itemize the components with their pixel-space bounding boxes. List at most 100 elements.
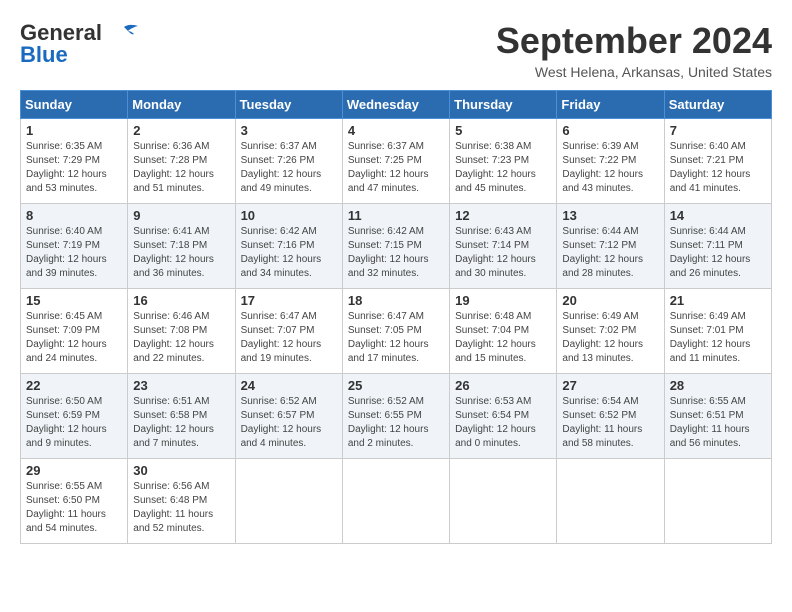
- calendar-header-saturday: Saturday: [664, 91, 771, 119]
- day-number: 28: [670, 378, 766, 393]
- day-number: 12: [455, 208, 551, 223]
- day-info: Sunrise: 6:49 AMSunset: 7:02 PMDaylight:…: [562, 310, 658, 366]
- day-number: 9: [133, 208, 229, 223]
- calendar-cell: 13 Sunrise: 6:44 AMSunset: 7:12 PMDaylig…: [557, 204, 664, 289]
- calendar-cell: 27 Sunrise: 6:54 AMSunset: 6:52 PMDaylig…: [557, 374, 664, 459]
- title-area: September 2024 West Helena, Arkansas, Un…: [496, 20, 772, 80]
- logo-blue-text: Blue: [20, 42, 68, 68]
- calendar-cell: 29 Sunrise: 6:55 AMSunset: 6:50 PMDaylig…: [21, 459, 128, 544]
- day-info: Sunrise: 6:44 AMSunset: 7:11 PMDaylight:…: [670, 225, 766, 281]
- calendar-cell: 8 Sunrise: 6:40 AMSunset: 7:19 PMDayligh…: [21, 204, 128, 289]
- calendar-cell: 17 Sunrise: 6:47 AMSunset: 7:07 PMDaylig…: [235, 289, 342, 374]
- calendar-header-tuesday: Tuesday: [235, 91, 342, 119]
- calendar-cell: 5 Sunrise: 6:38 AMSunset: 7:23 PMDayligh…: [450, 119, 557, 204]
- day-info: Sunrise: 6:47 AMSunset: 7:07 PMDaylight:…: [241, 310, 337, 366]
- calendar-cell: 12 Sunrise: 6:43 AMSunset: 7:14 PMDaylig…: [450, 204, 557, 289]
- calendar-cell: 26 Sunrise: 6:53 AMSunset: 6:54 PMDaylig…: [450, 374, 557, 459]
- day-info: Sunrise: 6:53 AMSunset: 6:54 PMDaylight:…: [455, 395, 551, 451]
- calendar-header-sunday: Sunday: [21, 91, 128, 119]
- calendar-cell: 28 Sunrise: 6:55 AMSunset: 6:51 PMDaylig…: [664, 374, 771, 459]
- day-info: Sunrise: 6:42 AMSunset: 7:16 PMDaylight:…: [241, 225, 337, 281]
- location: West Helena, Arkansas, United States: [496, 64, 772, 80]
- day-number: 22: [26, 378, 122, 393]
- day-number: 17: [241, 293, 337, 308]
- day-number: 14: [670, 208, 766, 223]
- day-number: 4: [348, 123, 444, 138]
- calendar-cell: [557, 459, 664, 544]
- calendar-week-5: 29 Sunrise: 6:55 AMSunset: 6:50 PMDaylig…: [21, 459, 772, 544]
- calendar-cell: 19 Sunrise: 6:48 AMSunset: 7:04 PMDaylig…: [450, 289, 557, 374]
- day-number: 29: [26, 463, 122, 478]
- day-info: Sunrise: 6:55 AMSunset: 6:50 PMDaylight:…: [26, 480, 122, 536]
- day-number: 3: [241, 123, 337, 138]
- day-number: 6: [562, 123, 658, 138]
- day-number: 16: [133, 293, 229, 308]
- day-number: 8: [26, 208, 122, 223]
- calendar-cell: 30 Sunrise: 6:56 AMSunset: 6:48 PMDaylig…: [128, 459, 235, 544]
- day-info: Sunrise: 6:36 AMSunset: 7:28 PMDaylight:…: [133, 140, 229, 196]
- calendar-header-monday: Monday: [128, 91, 235, 119]
- day-info: Sunrise: 6:42 AMSunset: 7:15 PMDaylight:…: [348, 225, 444, 281]
- day-info: Sunrise: 6:35 AMSunset: 7:29 PMDaylight:…: [26, 140, 122, 196]
- day-number: 23: [133, 378, 229, 393]
- calendar-cell: 2 Sunrise: 6:36 AMSunset: 7:28 PMDayligh…: [128, 119, 235, 204]
- day-info: Sunrise: 6:44 AMSunset: 7:12 PMDaylight:…: [562, 225, 658, 281]
- day-info: Sunrise: 6:41 AMSunset: 7:18 PMDaylight:…: [133, 225, 229, 281]
- calendar-cell: 23 Sunrise: 6:51 AMSunset: 6:58 PMDaylig…: [128, 374, 235, 459]
- calendar-cell: 4 Sunrise: 6:37 AMSunset: 7:25 PMDayligh…: [342, 119, 449, 204]
- calendar-header-row: SundayMondayTuesdayWednesdayThursdayFrid…: [21, 91, 772, 119]
- calendar-cell: 25 Sunrise: 6:52 AMSunset: 6:55 PMDaylig…: [342, 374, 449, 459]
- day-info: Sunrise: 6:49 AMSunset: 7:01 PMDaylight:…: [670, 310, 766, 366]
- calendar-cell: 3 Sunrise: 6:37 AMSunset: 7:26 PMDayligh…: [235, 119, 342, 204]
- calendar-header-thursday: Thursday: [450, 91, 557, 119]
- day-info: Sunrise: 6:38 AMSunset: 7:23 PMDaylight:…: [455, 140, 551, 196]
- day-number: 19: [455, 293, 551, 308]
- logo: General Blue: [20, 20, 140, 68]
- day-number: 21: [670, 293, 766, 308]
- day-number: 7: [670, 123, 766, 138]
- day-number: 10: [241, 208, 337, 223]
- day-number: 18: [348, 293, 444, 308]
- calendar-cell: [664, 459, 771, 544]
- calendar: SundayMondayTuesdayWednesdayThursdayFrid…: [20, 90, 772, 544]
- calendar-cell: 24 Sunrise: 6:52 AMSunset: 6:57 PMDaylig…: [235, 374, 342, 459]
- day-number: 25: [348, 378, 444, 393]
- calendar-cell: 22 Sunrise: 6:50 AMSunset: 6:59 PMDaylig…: [21, 374, 128, 459]
- day-info: Sunrise: 6:40 AMSunset: 7:21 PMDaylight:…: [670, 140, 766, 196]
- day-number: 13: [562, 208, 658, 223]
- day-info: Sunrise: 6:39 AMSunset: 7:22 PMDaylight:…: [562, 140, 658, 196]
- calendar-header-wednesday: Wednesday: [342, 91, 449, 119]
- calendar-cell: 21 Sunrise: 6:49 AMSunset: 7:01 PMDaylig…: [664, 289, 771, 374]
- calendar-week-1: 1 Sunrise: 6:35 AMSunset: 7:29 PMDayligh…: [21, 119, 772, 204]
- calendar-cell: 7 Sunrise: 6:40 AMSunset: 7:21 PMDayligh…: [664, 119, 771, 204]
- page-header: General Blue September 2024 West Helena,…: [20, 20, 772, 80]
- calendar-cell: 18 Sunrise: 6:47 AMSunset: 7:05 PMDaylig…: [342, 289, 449, 374]
- day-number: 30: [133, 463, 229, 478]
- calendar-cell: 6 Sunrise: 6:39 AMSunset: 7:22 PMDayligh…: [557, 119, 664, 204]
- day-info: Sunrise: 6:37 AMSunset: 7:25 PMDaylight:…: [348, 140, 444, 196]
- calendar-cell: 16 Sunrise: 6:46 AMSunset: 7:08 PMDaylig…: [128, 289, 235, 374]
- day-info: Sunrise: 6:45 AMSunset: 7:09 PMDaylight:…: [26, 310, 122, 366]
- day-number: 11: [348, 208, 444, 223]
- calendar-cell: [450, 459, 557, 544]
- day-info: Sunrise: 6:50 AMSunset: 6:59 PMDaylight:…: [26, 395, 122, 451]
- day-number: 27: [562, 378, 658, 393]
- day-info: Sunrise: 6:51 AMSunset: 6:58 PMDaylight:…: [133, 395, 229, 451]
- day-info: Sunrise: 6:52 AMSunset: 6:55 PMDaylight:…: [348, 395, 444, 451]
- calendar-cell: 20 Sunrise: 6:49 AMSunset: 7:02 PMDaylig…: [557, 289, 664, 374]
- day-number: 5: [455, 123, 551, 138]
- calendar-cell: 11 Sunrise: 6:42 AMSunset: 7:15 PMDaylig…: [342, 204, 449, 289]
- day-info: Sunrise: 6:46 AMSunset: 7:08 PMDaylight:…: [133, 310, 229, 366]
- day-number: 2: [133, 123, 229, 138]
- day-info: Sunrise: 6:54 AMSunset: 6:52 PMDaylight:…: [562, 395, 658, 451]
- calendar-body: 1 Sunrise: 6:35 AMSunset: 7:29 PMDayligh…: [21, 119, 772, 544]
- day-info: Sunrise: 6:55 AMSunset: 6:51 PMDaylight:…: [670, 395, 766, 451]
- calendar-week-3: 15 Sunrise: 6:45 AMSunset: 7:09 PMDaylig…: [21, 289, 772, 374]
- calendar-week-4: 22 Sunrise: 6:50 AMSunset: 6:59 PMDaylig…: [21, 374, 772, 459]
- day-info: Sunrise: 6:56 AMSunset: 6:48 PMDaylight:…: [133, 480, 229, 536]
- calendar-cell: [342, 459, 449, 544]
- day-number: 20: [562, 293, 658, 308]
- calendar-week-2: 8 Sunrise: 6:40 AMSunset: 7:19 PMDayligh…: [21, 204, 772, 289]
- calendar-cell: 1 Sunrise: 6:35 AMSunset: 7:29 PMDayligh…: [21, 119, 128, 204]
- calendar-cell: 14 Sunrise: 6:44 AMSunset: 7:11 PMDaylig…: [664, 204, 771, 289]
